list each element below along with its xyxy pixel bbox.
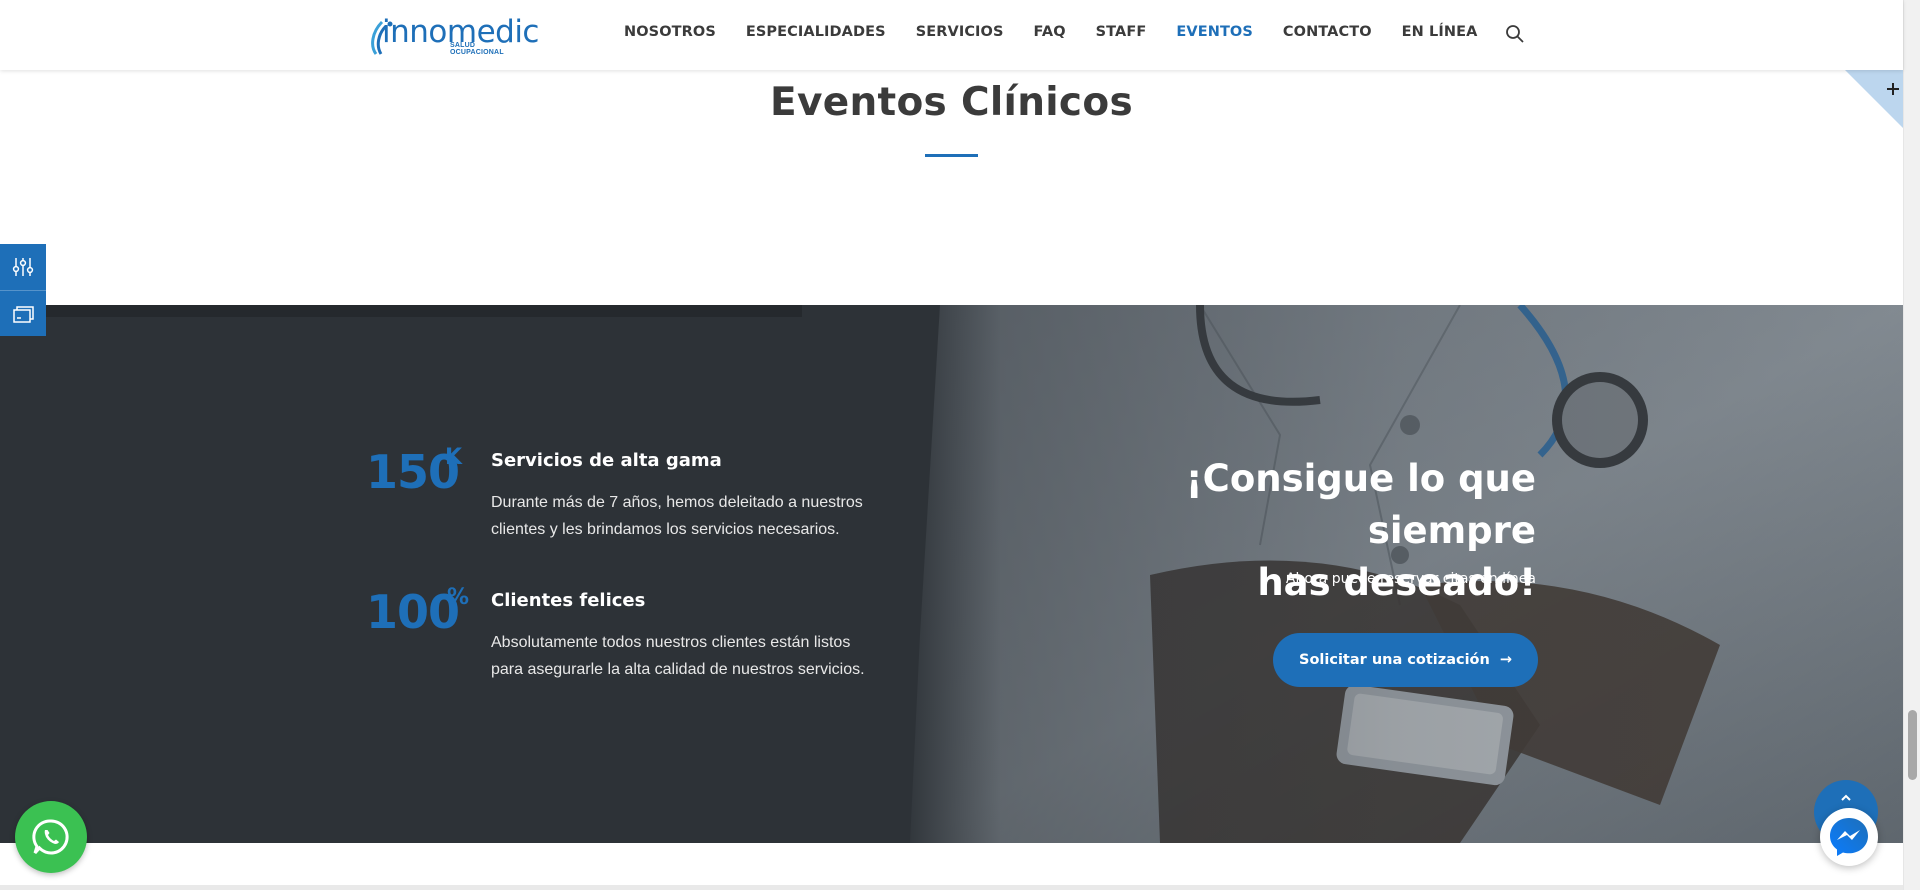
- stat-description: Absolutamente todos nuestros clientes es…: [491, 634, 865, 678]
- title-underline: [925, 154, 978, 157]
- search-icon[interactable]: [1505, 24, 1525, 44]
- cta-subtitle: Ahora puede reservar citas en línea: [1285, 571, 1536, 587]
- nav-item-staff[interactable]: STAFF: [1096, 24, 1147, 40]
- logo-tagline: SALUD OCUPACIONAL: [450, 42, 504, 56]
- customize-button[interactable]: [0, 244, 46, 290]
- request-quote-label: Solicitar una cotización: [1299, 652, 1490, 668]
- layers-icon: [13, 305, 34, 323]
- stat-suffix: K: [445, 445, 463, 470]
- stat-item: 100 % Clientes felices Absolutamente tod…: [366, 585, 886, 695]
- nav-item-servicios[interactable]: SERVICIOS: [916, 24, 1004, 40]
- site-header: innomedic SALUD OCUPACIONAL NOSOTROS ESP…: [0, 0, 1903, 70]
- nav-item-en-linea[interactable]: EN LÍNEA: [1402, 24, 1478, 40]
- side-toolbar: [0, 244, 46, 336]
- messenger-icon: [1830, 818, 1868, 856]
- nav-item-eventos[interactable]: EVENTOS: [1176, 24, 1253, 40]
- chevron-up-icon: [1841, 794, 1851, 801]
- stat-title: Clientes felices: [491, 590, 646, 611]
- stat-description: Durante más de 7 años, hemos deleitado a…: [491, 494, 863, 538]
- main-nav: NOSOTROS ESPECIALIDADES SERVICIOS FAQ ST…: [624, 24, 1507, 40]
- page-scrollbar[interactable]: [1903, 0, 1920, 890]
- logo[interactable]: innomedic SALUD OCUPACIONAL: [368, 14, 539, 56]
- whatsapp-icon: [32, 819, 69, 855]
- demos-button[interactable]: [0, 290, 46, 336]
- cta-title-line-1: ¡Consigue lo que siempre: [1185, 457, 1536, 552]
- section-title: Eventos Clínicos: [770, 80, 1133, 125]
- scrollbar-thumb[interactable]: [1908, 710, 1917, 780]
- nav-item-faq[interactable]: FAQ: [1034, 24, 1066, 40]
- sliders-icon: [12, 258, 34, 276]
- nav-item-contacto[interactable]: CONTACTO: [1283, 24, 1372, 40]
- page-bottom-edge: [0, 885, 1903, 890]
- stat-title: Servicios de alta gama: [491, 450, 722, 471]
- nav-item-nosotros[interactable]: NOSOTROS: [624, 24, 716, 40]
- stat-item: 150 K Servicios de alta gama Durante más…: [366, 445, 886, 555]
- whatsapp-button[interactable]: [15, 801, 87, 873]
- stat-suffix: %: [447, 585, 470, 610]
- arrow-right-icon: →: [1499, 652, 1512, 668]
- stat-number: 100: [366, 585, 460, 639]
- messenger-button[interactable]: [1820, 808, 1878, 866]
- stats-cta-section: 150 K Servicios de alta gama Durante más…: [0, 305, 1903, 843]
- request-quote-button[interactable]: Solicitar una cotización →: [1273, 633, 1538, 687]
- band-top-strip: [46, 305, 802, 317]
- nav-item-especialidades[interactable]: ESPECIALIDADES: [746, 24, 886, 40]
